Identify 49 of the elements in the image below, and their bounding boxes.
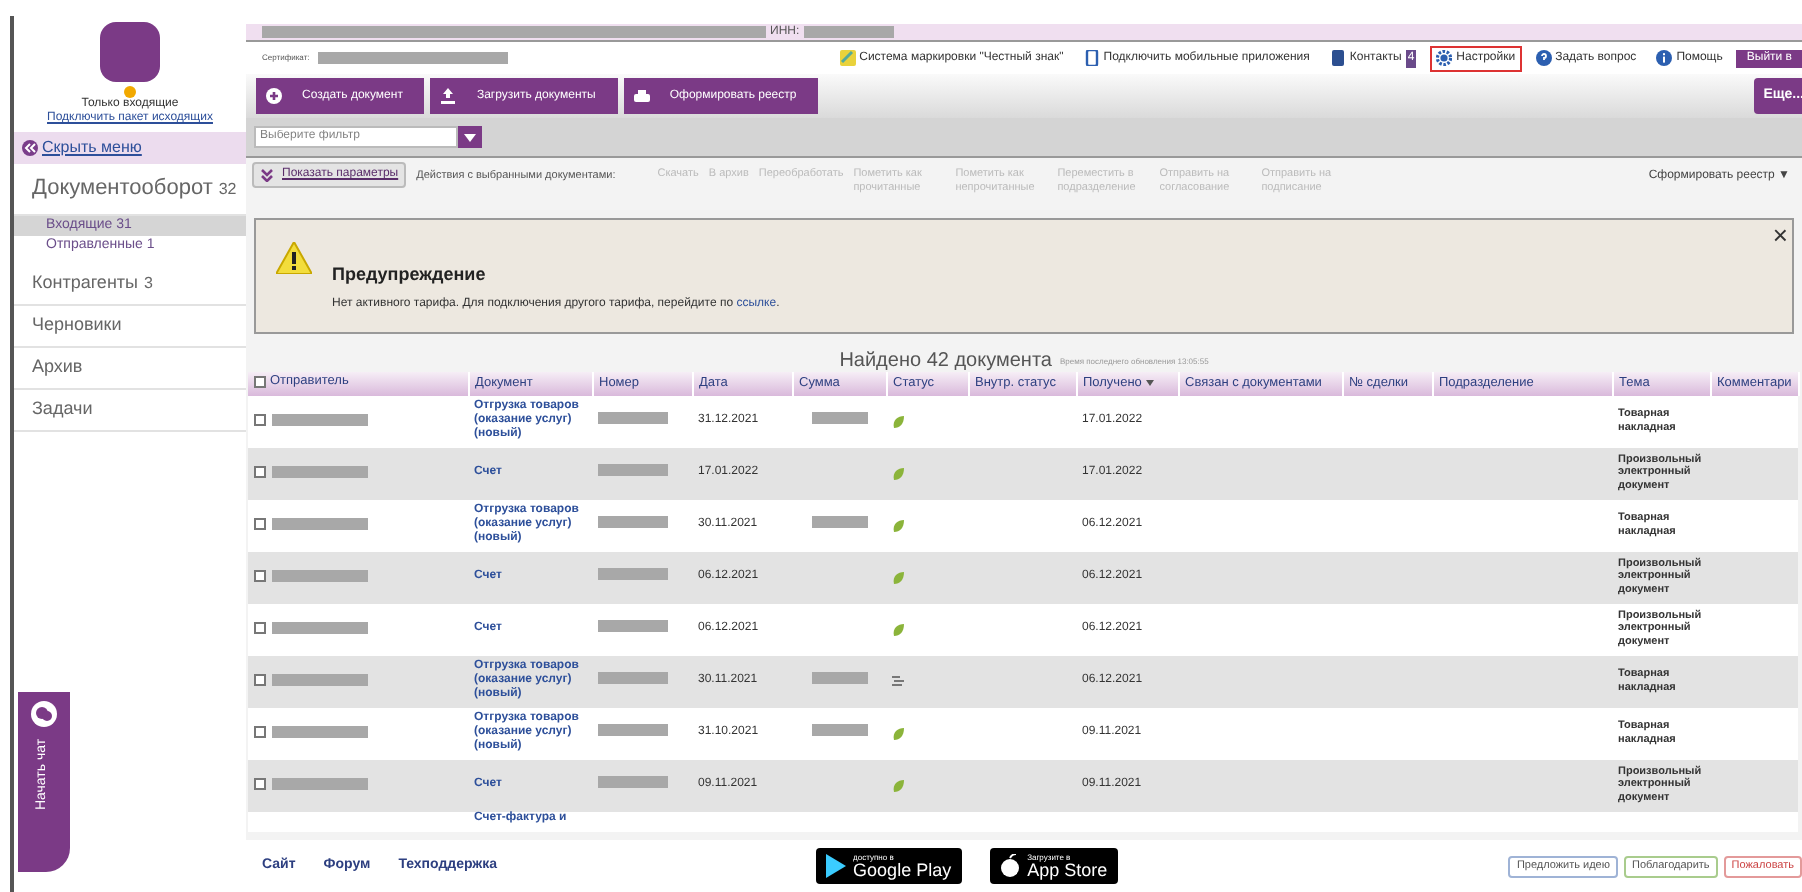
redacted-bar [598,567,668,580]
checkbox[interactable] [254,725,266,738]
info-icon [1656,50,1673,66]
help-icon [1535,50,1552,66]
redacted-bar [272,777,368,790]
phone-icon [1083,50,1100,66]
checkbox[interactable] [254,621,266,634]
redacted-bar [598,619,668,632]
redacted-bar [598,411,668,424]
dropdown-button[interactable] [458,126,482,148]
checkbox[interactable] [254,413,266,426]
redacted-bar [598,515,668,528]
store-name: App Store [1027,861,1108,879]
redacted-bar [272,725,368,738]
redacted-bar [272,465,368,478]
redacted-bar [272,517,368,530]
upload-icon [440,88,457,104]
redacted-bar [598,775,668,788]
caret-down-icon [464,133,476,141]
checkbox[interactable] [254,569,266,582]
checkbox[interactable] [254,777,266,790]
checkmark-icon [839,50,856,66]
store-name: Google Play [853,861,952,879]
double-chevron-down-icon [260,168,274,182]
plus-circle-icon [266,88,282,104]
printer-icon [633,88,650,104]
redacted-bar [598,671,668,684]
double-chevron-left-icon [22,140,38,156]
play-triangle-icon [825,854,846,878]
redacted-bar [272,413,368,426]
checkbox[interactable] [254,673,266,686]
settings-icon [1436,50,1453,66]
book-icon [1329,50,1346,66]
close-button[interactable]: × [1772,216,1788,255]
redacted-bar [272,569,368,582]
apple-icon [999,854,1020,878]
checkbox[interactable] [254,465,266,478]
checkbox[interactable] [254,375,266,388]
checkbox[interactable] [254,517,266,530]
redacted-bar [598,723,668,736]
chat-bubble-icon [30,700,58,728]
found-count: Найдено 42 документа [839,350,1052,372]
redacted-bar [598,463,668,476]
redacted-bar [803,26,894,38]
warning-triangle-icon [276,242,312,274]
logo-icon [100,22,160,82]
warning-title: Предупреждение [332,262,488,288]
redacted-bar [272,673,368,686]
redacted-bar [272,621,368,634]
